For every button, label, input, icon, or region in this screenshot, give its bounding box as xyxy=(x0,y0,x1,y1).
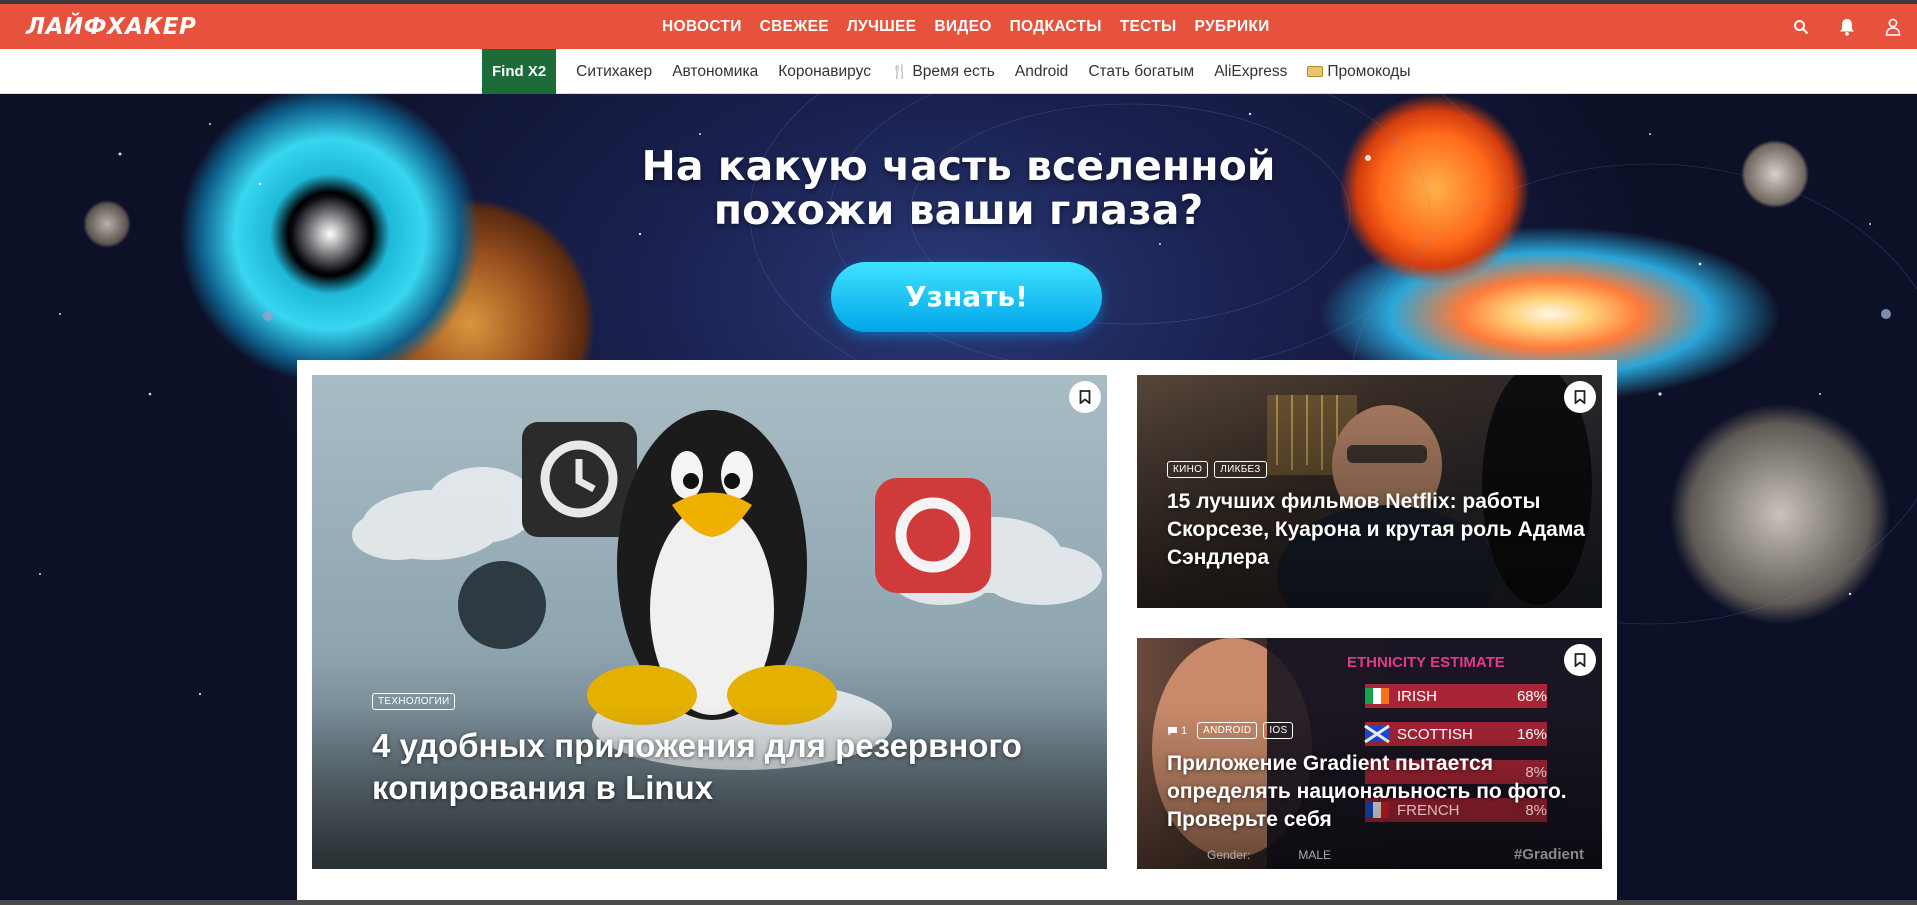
nav-podcasts[interactable]: ПОДКАСТЫ xyxy=(1010,18,1102,36)
article-card-netflix[interactable]: КИНО ЛИКБЕЗ 15 лучших фильмов Netflix: р… xyxy=(1137,375,1602,608)
article-title[interactable]: 15 лучших фильмов Netflix: работы Скорсе… xyxy=(1167,488,1587,572)
subnav-pill-find-x2[interactable]: Find X2 xyxy=(482,49,557,94)
site-logo[interactable]: ЛАЙФХАКЕР xyxy=(26,14,196,40)
subnav-item-rich[interactable]: Стать богатым xyxy=(1088,63,1194,81)
comment-icon xyxy=(1168,726,1177,735)
article-title-line2: определять национальность по фото. xyxy=(1167,780,1567,803)
article-title[interactable]: 4 удобных приложения для резервного копи… xyxy=(372,725,1072,809)
image-row-value: 16% xyxy=(1516,726,1547,743)
main-nav: НОВОСТИ СВЕЖЕЕ ЛУЧШЕЕ ВИДЕО ПОДКАСТЫ ТЕС… xyxy=(662,4,1288,49)
article-title-line2: Скорсезе, Куарона и крутая роль Адама xyxy=(1167,518,1585,541)
nav-video[interactable]: ВИДЕО xyxy=(934,18,991,36)
hero-title-line1: На какую часть вселенной xyxy=(641,142,1276,190)
nav-rubrics[interactable]: РУБРИКИ xyxy=(1195,18,1270,36)
comments-count-value: 1 xyxy=(1181,724,1188,737)
image-heading: ETHNICITY ESTIMATE xyxy=(1347,654,1505,671)
bookmark-icon xyxy=(1574,653,1586,667)
tag-android[interactable]: ANDROID xyxy=(1197,722,1258,739)
sub-nav: Find X2 Ситихакер Автономика Коронавирус… xyxy=(0,49,1917,94)
subnav-item-coronavirus[interactable]: Коронавирус xyxy=(778,63,871,81)
header-icons xyxy=(1793,4,1901,49)
subnav-item-citihacker[interactable]: Ситихакер xyxy=(576,63,652,81)
subnav-item-promocodes[interactable]: Промокоды xyxy=(1307,63,1410,81)
article-card-gradient[interactable]: ETHNICITY ESTIMATE IRISH 68% SCOTTISH 16… xyxy=(1137,638,1602,869)
image-row-scottish: SCOTTISH 16% xyxy=(1397,726,1547,743)
subnav-item-android[interactable]: Android xyxy=(1015,63,1068,81)
article-title-line3: Проверьте себя xyxy=(1167,808,1332,831)
subnav-item-autonomics[interactable]: Автономика xyxy=(672,63,758,81)
article-tags: КИНО ЛИКБЕЗ xyxy=(1167,461,1267,478)
subnav-item-promocodes-label: Промокоды xyxy=(1327,62,1411,80)
image-gender-value: MALE xyxy=(1298,848,1332,862)
nav-news[interactable]: НОВОСТИ xyxy=(662,18,742,36)
bookmark-button[interactable] xyxy=(1564,644,1596,676)
article-title-line3: Сэндлера xyxy=(1167,546,1270,569)
image-row-label: IRISH xyxy=(1397,688,1438,705)
article-title-line2: копирования в Linux xyxy=(372,769,714,806)
bookmark-icon xyxy=(1574,390,1586,404)
site-header: ЛАЙФХАКЕР НОВОСТИ СВЕЖЕЕ ЛУЧШЕЕ ВИДЕО ПО… xyxy=(0,4,1917,49)
search-icon[interactable] xyxy=(1793,19,1809,35)
image-row-value: 68% xyxy=(1516,688,1547,705)
card-icon xyxy=(1307,66,1324,77)
bottom-border xyxy=(0,900,1917,905)
subnav-item-time[interactable]: 🍴 Время есть xyxy=(891,63,995,81)
tag-cinema[interactable]: КИНО xyxy=(1167,461,1209,478)
article-title-line1: 15 лучших фильмов Netflix: работы xyxy=(1167,490,1541,513)
user-icon[interactable] xyxy=(1885,18,1901,36)
featured-articles: ТЕХНОЛОГИИ 4 удобных приложения для резе… xyxy=(297,360,1617,905)
article-title[interactable]: Приложение Gradient пытается определять … xyxy=(1167,750,1587,834)
nav-tests[interactable]: ТЕСТЫ xyxy=(1120,18,1177,36)
tag-technology[interactable]: ТЕХНОЛОГИИ xyxy=(372,693,456,710)
article-meta: 1 ANDROID IOS xyxy=(1167,722,1294,739)
subnav-item-aliexpress[interactable]: AliExpress xyxy=(1214,63,1287,81)
image-gender-label: Gender: xyxy=(1207,848,1251,862)
comments-count[interactable]: 1 xyxy=(1167,725,1187,737)
image-hashtag: #Gradient xyxy=(1513,846,1584,863)
bookmark-button[interactable] xyxy=(1564,381,1596,413)
hero-title: На какую часть вселенной похожи ваши гла… xyxy=(0,144,1917,232)
image-gender: Gender: MALE xyxy=(1207,848,1331,862)
hero-title-line2: похожи ваши глаза? xyxy=(713,186,1204,234)
bell-icon[interactable] xyxy=(1839,18,1855,36)
article-title-line1: 4 удобных приложения для резервного xyxy=(372,727,1022,764)
nav-best[interactable]: ЛУЧШЕЕ xyxy=(847,18,916,36)
bookmark-icon xyxy=(1079,390,1091,404)
cutlery-icon: 🍴 xyxy=(890,63,909,79)
article-card-linux-backup[interactable]: ТЕХНОЛОГИИ 4 удобных приложения для резе… xyxy=(312,375,1107,869)
tag-ios[interactable]: IOS xyxy=(1263,722,1294,739)
article-tags: ТЕХНОЛОГИИ xyxy=(372,693,456,710)
subnav-item-time-label: Время есть xyxy=(912,62,995,80)
nav-fresh[interactable]: СВЕЖЕЕ xyxy=(760,18,829,36)
article-title-line1: Приложение Gradient пытается xyxy=(1167,752,1493,775)
image-row-irish: IRISH 68% xyxy=(1397,688,1547,705)
learn-button[interactable]: Узнать! xyxy=(831,262,1102,332)
tag-likbez[interactable]: ЛИКБЕЗ xyxy=(1214,461,1267,478)
image-row-label: SCOTTISH xyxy=(1397,726,1473,743)
bookmark-button[interactable] xyxy=(1069,381,1101,413)
